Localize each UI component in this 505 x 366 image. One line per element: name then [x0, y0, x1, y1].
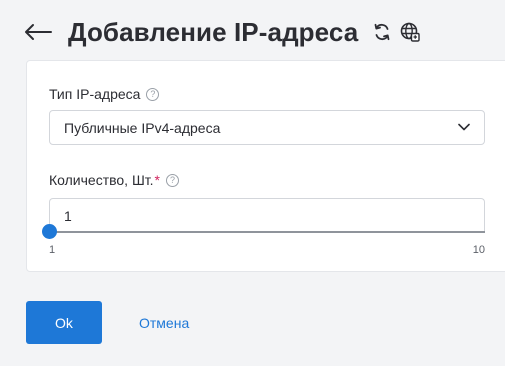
- refresh-icon[interactable]: [372, 22, 392, 42]
- quantity-input[interactable]: 1: [49, 198, 485, 232]
- quantity-label-row: Количество, Шт. * ?: [49, 172, 179, 188]
- required-mark: *: [154, 172, 160, 188]
- page-title: Добавление IP-адреса: [68, 16, 359, 47]
- quantity-min-label: 1: [49, 244, 56, 256]
- ip-type-select[interactable]: Публичные IPv4-адреса: [49, 110, 485, 145]
- quantity-slider-track[interactable]: [42, 224, 485, 239]
- ip-type-label-row: Тип IP-адреса ?: [49, 86, 160, 102]
- form-card: Тип IP-адреса ? Публичные IPv4-адреса Ко…: [26, 60, 505, 272]
- ok-button[interactable]: Ok: [26, 301, 102, 344]
- ip-type-help-icon[interactable]: ?: [146, 87, 160, 101]
- globe-icon[interactable]: [400, 22, 421, 42]
- back-arrow-icon[interactable]: [24, 22, 52, 42]
- ip-type-label: Тип IP-адреса: [49, 86, 141, 102]
- quantity-max-label: 10: [472, 244, 485, 256]
- cancel-button[interactable]: Отмена: [139, 301, 189, 344]
- page-header: Добавление IP-адреса: [24, 14, 421, 50]
- quantity-help-icon[interactable]: ?: [166, 173, 179, 187]
- quantity-label: Количество, Шт.: [49, 172, 154, 188]
- quantity-value: 1: [64, 207, 72, 224]
- quantity-slider-thumb[interactable]: [42, 224, 57, 239]
- ip-type-selected-value: Публичные IPv4-адреса: [64, 119, 221, 136]
- chevron-down-icon: [458, 123, 470, 131]
